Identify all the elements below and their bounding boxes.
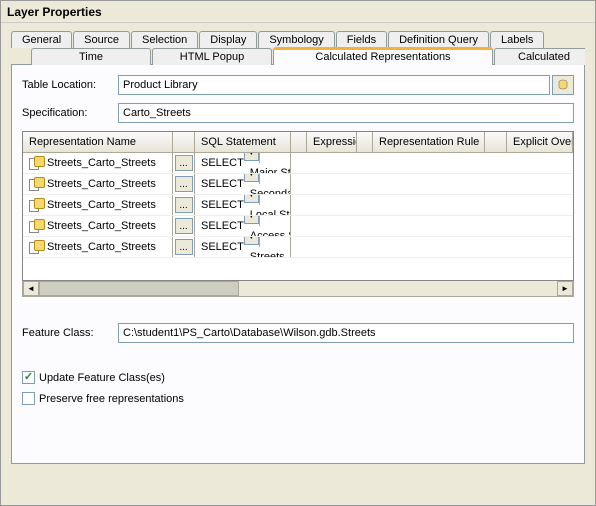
scroll-track[interactable] — [39, 281, 557, 296]
table-row[interactable]: Streets_Carto_Streets...SELECT ▼▼Streets… — [23, 237, 573, 258]
tab-labels[interactable]: Labels — [490, 31, 544, 48]
layer-properties-window: Layer Properties General Source Selectio… — [0, 0, 596, 506]
tab-time[interactable]: Time — [31, 48, 151, 65]
feature-class-label: Feature Class: — [22, 327, 118, 339]
grid-header: Representation Name SQL Statement Expres… — [23, 132, 573, 153]
tab-display[interactable]: Display — [199, 31, 257, 48]
tab-calculated-fields[interactable]: Calculated — [494, 48, 585, 65]
representation-icon — [29, 177, 43, 191]
tab-panel: Table Location: Specification: Represent… — [11, 64, 585, 464]
chevron-down-icon: ▼ — [247, 153, 255, 157]
cell-representation-name[interactable]: Streets_Carto_Streets — [23, 174, 173, 194]
update-feature-class-checkbox[interactable] — [22, 371, 35, 384]
representation-icon — [29, 156, 43, 170]
tab-row-1: General Source Selection Display Symbolo… — [11, 31, 585, 48]
preserve-free-representations-label: Preserve free representations — [39, 393, 184, 405]
tab-definition-query[interactable]: Definition Query — [388, 31, 489, 48]
col-explicit-override[interactable]: Explicit Override — [507, 132, 573, 152]
cell-representation-name[interactable]: Streets_Carto_Streets — [23, 216, 173, 236]
expression-dropdown-button[interactable]: ▼ — [244, 153, 259, 161]
expression-dropdown-button[interactable]: ▼ — [244, 216, 259, 224]
tab-fields[interactable]: Fields — [336, 31, 387, 48]
cell-representation-name[interactable]: Streets_Carto_Streets — [23, 195, 173, 215]
col-representation-rule[interactable]: Representation Rule — [373, 132, 485, 152]
database-icon — [557, 79, 569, 91]
specification-input[interactable] — [118, 103, 574, 123]
cell-rule[interactable]: Local Streets — [244, 205, 291, 215]
tab-row-2: Time HTML Popup Calculated Representatio… — [11, 47, 585, 65]
tab-selection[interactable]: Selection — [131, 31, 198, 48]
rep-name-more-button[interactable]: ... — [175, 239, 193, 255]
specification-label: Specification: — [22, 107, 118, 119]
rep-name-more-button[interactable]: ... — [175, 218, 193, 234]
cell-rule[interactable]: Access Streets — [244, 226, 291, 236]
rep-name-more-button[interactable]: ... — [175, 176, 193, 192]
cell-rule[interactable]: Major Streets — [244, 163, 291, 173]
tab-symbology[interactable]: Symbology — [258, 31, 334, 48]
cell-representation-name[interactable]: Streets_Carto_Streets — [23, 237, 173, 257]
table-location-browse-button[interactable] — [552, 75, 574, 95]
col-sql-statement[interactable]: SQL Statement — [195, 132, 291, 152]
cell-sql[interactable]: SELECT ▼▼Secondary Streets... — [195, 174, 291, 194]
table-row[interactable]: Streets_Carto_Streets...SELECT ▼▼Access … — [23, 216, 573, 237]
col-representation-name[interactable]: Representation Name — [23, 132, 173, 152]
table-location-label: Table Location: — [22, 79, 118, 91]
window-title: Layer Properties — [1, 1, 595, 23]
expression-dropdown-button[interactable]: ▼ — [244, 237, 259, 245]
tab-source[interactable]: Source — [73, 31, 130, 48]
scroll-left-button[interactable]: ◄ — [23, 281, 39, 296]
col-expression[interactable]: Expression — [307, 132, 357, 152]
grid-horizontal-scrollbar[interactable]: ◄ ► — [22, 281, 574, 297]
cell-rule[interactable]: Streets — [244, 247, 291, 257]
cell-sql[interactable]: SELECT ▼▼Streets... — [195, 237, 291, 257]
table-location-input[interactable] — [118, 75, 550, 95]
table-row[interactable]: Streets_Carto_Streets...SELECT ▼▼Local S… — [23, 195, 573, 216]
tab-html-popup[interactable]: HTML Popup — [152, 48, 272, 65]
rep-name-more-button[interactable]: ... — [175, 197, 193, 213]
scroll-thumb[interactable] — [39, 281, 239, 296]
feature-class-input[interactable] — [118, 323, 574, 343]
expression-dropdown-button[interactable]: ▼ — [244, 195, 259, 203]
table-row[interactable]: Streets_Carto_Streets...SELECT ▼▼Major S… — [23, 153, 573, 174]
scroll-right-button[interactable]: ► — [557, 281, 573, 296]
rep-name-more-button[interactable]: ... — [175, 155, 193, 171]
representation-icon — [29, 240, 43, 254]
chevron-down-icon: ▼ — [247, 216, 255, 220]
preserve-free-representations-checkbox[interactable] — [22, 392, 35, 405]
expression-dropdown-button[interactable]: ▼ — [244, 174, 259, 182]
chevron-down-icon: ▼ — [247, 237, 255, 241]
representation-icon — [29, 198, 43, 212]
representation-icon — [29, 219, 43, 233]
cell-sql[interactable]: SELECT ▼▼Local Streets... — [195, 195, 291, 215]
chevron-down-icon: ▼ — [247, 195, 255, 199]
update-feature-class-label: Update Feature Class(es) — [39, 372, 165, 384]
chevron-down-icon: ▼ — [247, 174, 255, 178]
cell-representation-name[interactable]: Streets_Carto_Streets — [23, 153, 173, 173]
table-row[interactable]: Streets_Carto_Streets...SELECT ▼▼Seconda… — [23, 174, 573, 195]
tab-calculated-representations[interactable]: Calculated Representations — [273, 47, 493, 65]
cell-sql[interactable]: SELECT ▼▼Access Streets... — [195, 216, 291, 236]
tab-general[interactable]: General — [11, 31, 72, 48]
representations-grid: Representation Name SQL Statement Expres… — [22, 131, 574, 281]
cell-sql[interactable]: SELECT ▼▼Major Streets... — [195, 153, 291, 173]
cell-rule[interactable]: Secondary Streets — [244, 184, 291, 194]
